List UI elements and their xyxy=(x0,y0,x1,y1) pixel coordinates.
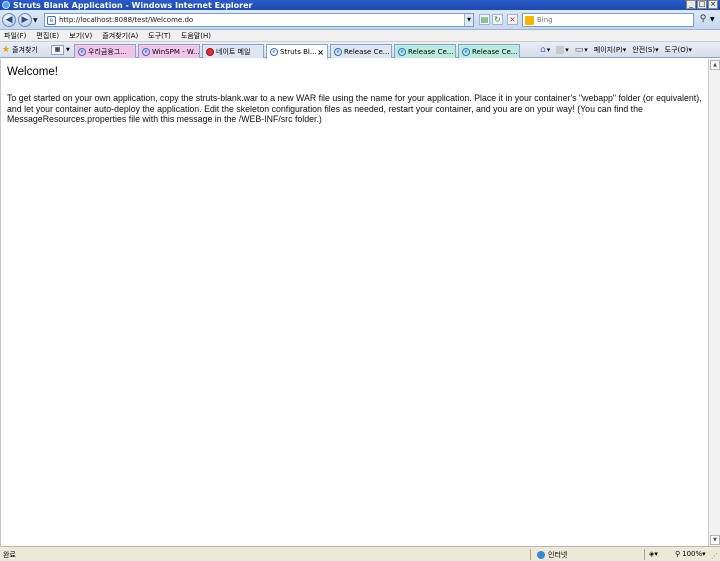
star-icon: ★ xyxy=(2,45,11,55)
tab-4[interactable]: e Release Ce... xyxy=(330,44,392,58)
maximize-button[interactable]: □ xyxy=(697,0,707,9)
tab-label: WinSPM - W... xyxy=(152,47,200,56)
security-zone[interactable]: 인터넷 xyxy=(537,550,567,560)
status-text: 완료 xyxy=(3,551,16,559)
print-icon: ▭ xyxy=(574,45,584,55)
refresh-button[interactable]: ↻ xyxy=(492,14,503,25)
tools-menu-label: 도구(O) xyxy=(664,46,689,54)
recent-pages-dropdown[interactable]: ▼ xyxy=(33,17,38,24)
favorites-label: 즐겨찾기 xyxy=(12,46,38,54)
tools-menu[interactable]: 도구(O) ▾ xyxy=(665,45,692,55)
scroll-down-icon[interactable]: ▼ xyxy=(710,535,720,545)
resize-grip-icon[interactable]: ⋰ xyxy=(711,552,718,560)
forward-button[interactable]: ▶ xyxy=(18,13,32,27)
tab-3-active[interactable]: e Struts Bl... × xyxy=(266,44,328,59)
tab-label: Release Ce... xyxy=(408,47,454,56)
mail-icon xyxy=(206,47,214,56)
zoom-level: 100% xyxy=(682,550,703,558)
ie-page-icon: e xyxy=(334,47,342,56)
back-button[interactable]: ◀ xyxy=(2,13,16,27)
ie-icon xyxy=(2,1,10,9)
window-title: Struts Blank Application - Windows Inter… xyxy=(13,0,253,10)
tab-list-dropdown[interactable]: ▼ xyxy=(66,47,70,53)
stop-button[interactable]: × xyxy=(507,14,518,25)
protected-mode-icon[interactable]: ◈▾ xyxy=(649,550,658,558)
quick-tabs-button[interactable]: ▦ xyxy=(51,45,64,55)
tab-label: Release Ce... xyxy=(344,47,390,56)
tab-2[interactable]: 네이트 메일 xyxy=(202,44,264,58)
compatibility-view-icon[interactable]: ▤ xyxy=(479,14,490,25)
address-url[interactable]: http://localhost:8088/test/Welcome.do xyxy=(59,16,193,24)
tab-label: Struts Bl... xyxy=(280,48,317,56)
menu-help[interactable]: 도움말(H) xyxy=(181,31,211,41)
window-controls: _ □ × xyxy=(686,0,718,9)
close-button[interactable]: × xyxy=(708,0,718,9)
zone-label: 인터넷 xyxy=(548,551,568,559)
tab-label: 우리금융그... xyxy=(88,47,127,56)
ie-page-icon: e xyxy=(462,47,470,56)
feeds-button[interactable]: ▾ xyxy=(556,46,569,54)
ie-page-icon: e xyxy=(78,47,86,56)
tab-1[interactable]: e WinSPM - W... xyxy=(138,44,200,58)
feeds-icon xyxy=(556,46,565,54)
close-tab-icon[interactable]: × xyxy=(317,48,324,57)
tab-0[interactable]: e 우리금융그... xyxy=(74,44,136,58)
tab-6[interactable]: e Release Ce... xyxy=(458,44,520,58)
page-icon: e xyxy=(47,15,56,25)
scroll-up-icon[interactable]: ▲ xyxy=(710,60,720,70)
menu-tools[interactable]: 도구(T) xyxy=(148,31,171,41)
search-box[interactable] xyxy=(522,13,694,27)
bing-icon xyxy=(525,15,534,25)
tab-5[interactable]: e Release Ce... xyxy=(394,44,456,58)
address-dropdown[interactable]: ▼ xyxy=(464,14,473,26)
favorites-button[interactable]: ★ 즐겨찾기 xyxy=(2,45,38,55)
status-bar: 완료 인터넷 ◈▾ ⚲ 100% ▾ ⋰ xyxy=(0,546,720,561)
search-options-dropdown[interactable]: ▼ xyxy=(710,16,715,23)
page-heading: Welcome! xyxy=(7,66,58,78)
tab-bar: ★ 즐겨찾기 ▦ ▼ e 우리금융그... e WinSPM - W... 네이… xyxy=(0,42,720,59)
page-menu-label: 페이지(P) xyxy=(593,46,623,54)
home-icon: ⌂ xyxy=(540,45,546,55)
internet-zone-icon xyxy=(537,551,545,559)
safety-menu[interactable]: 안전(S) ▾ xyxy=(632,45,658,55)
tab-label: Release Ce... xyxy=(472,47,518,56)
vertical-scrollbar[interactable]: ▲ ▼ xyxy=(708,59,720,546)
menu-favorites[interactable]: 즐겨찾기(A) xyxy=(102,31,138,41)
menu-view[interactable]: 보기(V) xyxy=(69,31,92,41)
command-bar: ⌂ ▾ ▾ ▭ ▾ 페이지(P) ▾ 안전(S) ▾ 도구(O) ▾ xyxy=(540,45,698,55)
tab-label: 네이트 메일 xyxy=(216,47,251,56)
zoom-icon: ⚲ xyxy=(675,550,681,558)
welcome-text: To get started on your own application, … xyxy=(7,93,702,124)
ie-page-icon: e xyxy=(270,48,278,56)
safety-menu-label: 안전(S) xyxy=(632,46,656,54)
title-bar: Struts Blank Application - Windows Inter… xyxy=(0,0,720,10)
ie-page-icon: e xyxy=(142,47,150,56)
search-input[interactable] xyxy=(537,16,677,24)
zoom-control[interactable]: ⚲ 100% ▾ xyxy=(675,550,706,558)
search-icon[interactable]: ⚲ xyxy=(697,13,709,27)
menu-file[interactable]: 파일(F) xyxy=(4,31,26,41)
print-button[interactable]: ▭ ▾ xyxy=(575,45,588,55)
page-menu[interactable]: 페이지(P) ▾ xyxy=(594,45,627,55)
menu-bar: 파일(F) 편집(E) 보기(V) 즐겨찾기(A) 도구(T) 도움말(H) xyxy=(0,30,720,42)
minimize-button[interactable]: _ xyxy=(686,0,696,9)
address-toolbar: ◀ ▶ ▼ e http://localhost:8088/test/Welco… xyxy=(0,10,720,30)
menu-edit[interactable]: 편집(E) xyxy=(36,31,59,41)
zoom-dropdown-icon: ▾ xyxy=(702,550,706,558)
status-divider xyxy=(530,549,531,560)
page-content: Welcome! To get started on your own appl… xyxy=(0,59,708,546)
address-field[interactable]: e http://localhost:8088/test/Welcome.do … xyxy=(44,13,474,27)
status-divider xyxy=(644,549,645,560)
home-button[interactable]: ⌂ ▾ xyxy=(540,45,550,55)
ie-page-icon: e xyxy=(398,47,406,56)
